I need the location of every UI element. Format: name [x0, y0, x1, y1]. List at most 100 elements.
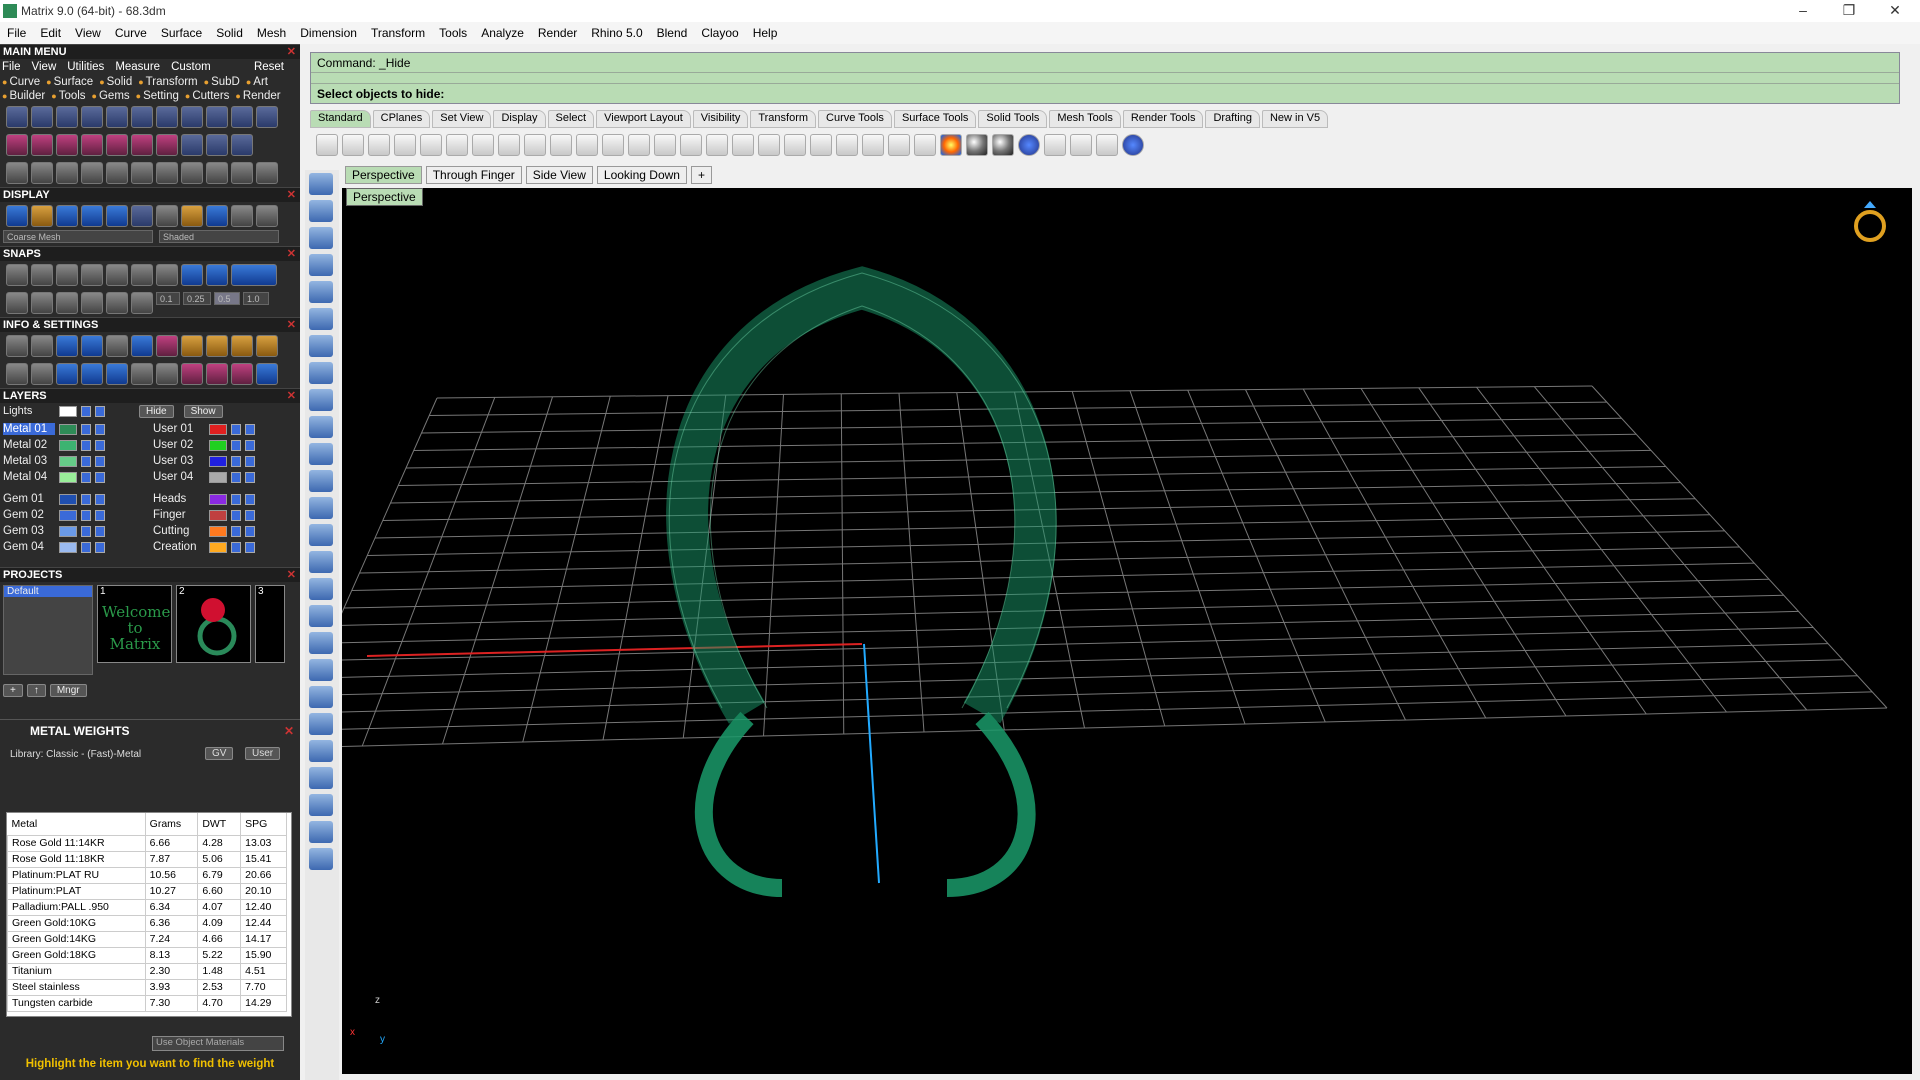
- light-icon[interactable]: [31, 205, 53, 227]
- layer-lock-icon[interactable]: [81, 439, 91, 451]
- layer-visible-icon[interactable]: [95, 493, 105, 505]
- layer-row[interactable]: Metal 03: [3, 453, 153, 469]
- pattern-icon[interactable]: [106, 134, 128, 156]
- stack-icon[interactable]: [56, 335, 78, 357]
- project-thumb-3[interactable]: 3: [255, 585, 285, 663]
- filter-icon[interactable]: [106, 363, 128, 385]
- close-icon[interactable]: ✕: [284, 724, 294, 738]
- toolbar-tab[interactable]: New in V5: [1261, 110, 1329, 128]
- array-icon[interactable]: [131, 134, 153, 156]
- save-icon[interactable]: [368, 134, 390, 156]
- scissors-icon[interactable]: [206, 134, 228, 156]
- layer-lock-icon[interactable]: [81, 509, 91, 521]
- layer-row[interactable]: User 04: [153, 469, 300, 485]
- lock-icon[interactable]: [888, 134, 910, 156]
- shield-icon[interactable]: [914, 134, 936, 156]
- doc-icon[interactable]: [156, 363, 178, 385]
- cat-render[interactable]: Render: [235, 90, 281, 102]
- snap-value-2[interactable]: 0.25: [183, 292, 211, 305]
- options-gear-icon[interactable]: [1070, 134, 1092, 156]
- tab-through-finger[interactable]: Through Finger: [425, 166, 522, 184]
- layer-name[interactable]: Metal 01: [3, 423, 55, 435]
- cat-cutters[interactable]: Cutters: [185, 90, 229, 102]
- layer-color-swatch[interactable]: [209, 509, 227, 521]
- menu-tools[interactable]: Tools: [432, 26, 474, 40]
- layer-name[interactable]: Heads: [153, 493, 205, 505]
- render-icon[interactable]: [309, 848, 333, 870]
- close-icon[interactable]: ✕: [287, 568, 296, 583]
- menu-clayoo[interactable]: Clayoo: [694, 26, 745, 40]
- transform-icon[interactable]: [309, 632, 333, 654]
- cube-icon[interactable]: [106, 205, 128, 227]
- car-icon[interactable]: [758, 134, 780, 156]
- circle-icon[interactable]: [309, 281, 333, 303]
- command-input[interactable]: [447, 87, 1878, 103]
- zoom-selected-icon[interactable]: [680, 134, 702, 156]
- fillet-icon[interactable]: [309, 416, 333, 438]
- menu-render[interactable]: Render: [531, 26, 584, 40]
- layer-icon[interactable]: [81, 363, 103, 385]
- layer-lock-icon[interactable]: [81, 423, 91, 435]
- table-row[interactable]: Palladium:PALL .950 6.34 4.07 12.40: [7, 898, 287, 916]
- command-prompt-row[interactable]: Select objects to hide:: [311, 83, 1899, 103]
- layer-lock-icon[interactable]: [231, 509, 241, 521]
- layer-color-swatch[interactable]: [59, 541, 77, 553]
- snap-value-4[interactable]: 1.0: [243, 292, 269, 305]
- layer-visible-icon[interactable]: [245, 455, 255, 467]
- layer-color-swatch[interactable]: [59, 439, 77, 451]
- move-point-icon[interactable]: [31, 134, 53, 156]
- layer-name[interactable]: Metal 04: [3, 471, 55, 483]
- layer-name[interactable]: Finger: [153, 509, 205, 521]
- layer-color-swatch[interactable]: [59, 471, 77, 483]
- layer-name[interactable]: User 03: [153, 455, 205, 467]
- reset-button[interactable]: Reset: [254, 61, 284, 73]
- table-row[interactable]: Green Gold:10KG 6.36 4.09 12.44: [7, 914, 287, 932]
- pencil-icon[interactable]: [131, 335, 153, 357]
- light-bulb-icon[interactable]: [836, 134, 858, 156]
- analyze-icon[interactable]: [309, 713, 333, 735]
- layer-color-swatch[interactable]: [59, 525, 77, 537]
- cube-purple-icon[interactable]: [156, 335, 178, 357]
- snap-mid-icon[interactable]: [81, 264, 103, 286]
- layer-lock-icon[interactable]: [81, 455, 91, 467]
- toolbar-tab[interactable]: Set View: [432, 110, 492, 128]
- rotate-view-icon[interactable]: [706, 134, 728, 156]
- cat-setting[interactable]: Setting: [136, 90, 179, 102]
- dimension-icon[interactable]: [56, 363, 78, 385]
- sphere-icon[interactable]: [309, 524, 333, 546]
- layer-color-swatch[interactable]: [209, 493, 227, 505]
- rectangle-icon[interactable]: [309, 362, 333, 384]
- perspective-viewport[interactable]: [342, 188, 1912, 1074]
- curve-icon[interactable]: [309, 254, 333, 276]
- layer-name[interactable]: Gem 02: [3, 509, 55, 521]
- extrude-icon[interactable]: [309, 578, 333, 600]
- table-row[interactable]: Green Gold:18KG 8.13 5.22 15.90: [7, 946, 287, 964]
- help-icon[interactable]: [1122, 134, 1144, 156]
- table-row[interactable]: Titanium 2.30 1.48 4.51: [7, 962, 287, 980]
- layer-lock-icon[interactable]: [231, 423, 241, 435]
- close-button[interactable]: ✕: [1872, 0, 1918, 22]
- tool-purple-icon[interactable]: [181, 363, 203, 385]
- menu-surface[interactable]: Surface: [154, 26, 209, 40]
- blend-icon[interactable]: [6, 162, 28, 184]
- bezel-tool-icon[interactable]: [156, 106, 178, 128]
- project-thumb-1[interactable]: 1 Welcome to Matrix: [97, 585, 172, 663]
- scale-icon[interactable]: [131, 162, 153, 184]
- toolbar-tab[interactable]: Mesh Tools: [1049, 110, 1121, 128]
- mesh-select[interactable]: Coarse Mesh: [3, 230, 153, 243]
- layer-name[interactable]: Gem 04: [3, 541, 55, 553]
- layer-row[interactable]: Heads: [153, 491, 300, 507]
- prong-tool-icon[interactable]: [131, 106, 153, 128]
- tab-perspective[interactable]: Perspective: [345, 166, 422, 184]
- sphere-icon[interactable]: [56, 205, 78, 227]
- layer-visible-icon[interactable]: [245, 423, 255, 435]
- flow-icon[interactable]: [156, 162, 178, 184]
- menu-edit[interactable]: Edit: [33, 26, 68, 40]
- halo-tool-icon[interactable]: [231, 106, 253, 128]
- menu-dimension[interactable]: Dimension: [293, 26, 364, 40]
- ellipse-icon[interactable]: [309, 308, 333, 330]
- layer-color-swatch[interactable]: [209, 541, 227, 553]
- toolbar-tab[interactable]: Select: [547, 110, 595, 128]
- select-arrow-icon[interactable]: [309, 173, 333, 195]
- layer-lock-icon[interactable]: [81, 541, 91, 553]
